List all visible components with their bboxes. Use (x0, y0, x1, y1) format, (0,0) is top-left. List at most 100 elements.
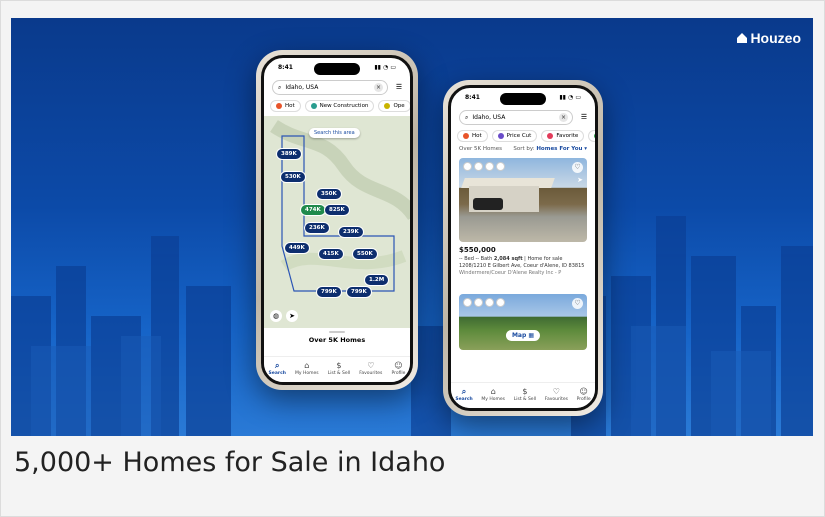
map-view[interactable]: Search this area 389K 530K 350K 474K 825… (264, 116, 410, 328)
badge-icon (463, 162, 472, 171)
tab-list-sell[interactable]: $ List & Sell (514, 387, 536, 402)
new-icon (594, 133, 595, 139)
baths: -- Bath (475, 256, 493, 262)
globe-icon[interactable]: ◍ (270, 310, 282, 322)
listing-address: 1208/1210 E Gilbert Ave, Coeur d'Alene, … (459, 263, 585, 269)
chip-open[interactable]: Ope (378, 100, 410, 112)
share-icon[interactable]: ➤ (577, 176, 583, 184)
clear-icon[interactable]: × (374, 83, 383, 92)
tab-label: Favourites (544, 397, 568, 402)
status-bar: 8:41 ▮▮ ◔ ▭ (465, 94, 581, 101)
heart-icon: ♡ (552, 387, 560, 396)
clear-icon[interactable]: × (559, 113, 568, 122)
price-pin[interactable]: 389K (276, 148, 302, 160)
beds: -- Bed (459, 256, 474, 262)
badge-icon (474, 162, 483, 171)
fire-icon (276, 103, 282, 109)
search-icon: ⌕ (278, 83, 282, 91)
tab-favourites[interactable]: ♡ Favourites (359, 361, 382, 376)
map-phone: 8:41 ▮▮ ◔ ▭ ⌕ Idaho, USA × ☰ Hot New Cons… (256, 50, 418, 390)
price-pin[interactable]: 530K (280, 171, 306, 183)
tab-search[interactable]: ⌕ Search (269, 361, 286, 376)
tab-favourites[interactable]: ♡ Favourites (545, 387, 568, 402)
chip-favorite[interactable]: Favorite (541, 130, 585, 142)
brand-name: Houzeo (750, 30, 801, 46)
filter-icon[interactable]: ☰ (579, 113, 589, 123)
price-pin[interactable]: 474K (300, 204, 326, 216)
heart-icon (547, 133, 554, 139)
map-toggle-button[interactable]: Map ▦ (505, 330, 541, 341)
search-icon: ⌕ (465, 113, 469, 121)
listing-status: Home for sale (527, 256, 563, 262)
price-pin[interactable]: 239K (338, 226, 364, 238)
price-pin[interactable]: 825K (324, 204, 350, 216)
search-value: Idaho, USA (285, 84, 319, 91)
home-icon: ⌂ (490, 387, 496, 396)
price-pin[interactable]: 799K (316, 286, 342, 298)
listing-photo[interactable]: ♡ Map ▦ (459, 294, 587, 350)
hero-image: Houzeo 8:41 ▮▮ ◔ ▭ ⌕ Idaho, USA × ☰ Hot N… (11, 18, 813, 436)
chip-new[interactable]: N (588, 130, 595, 142)
listing-photo[interactable]: ♡ ➤ (459, 158, 587, 242)
tab-search[interactable]: ⌕ Search (455, 387, 472, 402)
price-cut-icon (497, 133, 504, 139)
results-sheet[interactable]: Over 5K Homes (264, 328, 410, 348)
profile-icon: ☺ (579, 387, 588, 396)
tab-label: List & Sell (327, 371, 351, 376)
tab-my-homes[interactable]: ⌂ My Homes (481, 387, 505, 402)
sheet-handle[interactable] (329, 331, 345, 333)
search-this-area-button[interactable]: Search this area (309, 128, 360, 138)
sort-dropdown[interactable]: Sort by: Homes For You ▾ (513, 146, 587, 152)
chip-price-cut[interactable]: Price Cut (491, 130, 538, 142)
map-controls: ◍ ➤ (270, 310, 298, 322)
chip-hot[interactable]: Hot (457, 130, 488, 142)
favorite-icon[interactable]: ♡ (572, 298, 583, 309)
listing-details: -- Bed -- Bath 2,084 sqft | Home for sal… (459, 256, 587, 277)
chip-hot[interactable]: Hot (270, 100, 301, 112)
map-icon: ▦ (528, 332, 535, 339)
map-phone-screen: 8:41 ▮▮ ◔ ▭ ⌕ Idaho, USA × ☰ Hot New Cons… (261, 55, 413, 385)
listing-card[interactable]: Houzeo 8:41 ▮▮ ◔ ▭ ⌕ Idaho, USA × ☰ Hot N… (0, 0, 825, 517)
list-phone: 8:41 ▮▮ ◔ ▭ ⌕ Idaho, USA × ☰ Hot Price Cu… (443, 80, 603, 416)
price-pin[interactable]: 415K (318, 248, 344, 260)
filter-chips: Hot New Construction Ope (270, 100, 410, 112)
chip-label: Hot (472, 133, 482, 139)
badge-icon (463, 298, 472, 307)
badge-icon (485, 162, 494, 171)
price-pin[interactable]: 350K (316, 188, 342, 200)
chip-new-construction[interactable]: New Construction (304, 100, 375, 112)
chip-label: Favorite (556, 133, 579, 139)
tab-profile[interactable]: ☺ Profile (577, 387, 591, 402)
brand-logo: Houzeo (736, 30, 801, 46)
results-count: Over 5K Homes (459, 146, 502, 152)
tab-profile[interactable]: ☺ Profile (391, 361, 405, 376)
card-caption[interactable]: 5,000+ Homes for Sale in Idaho (14, 447, 445, 478)
price-pin[interactable]: 449K (284, 242, 310, 254)
chip-label: New Construction (319, 103, 369, 109)
status-time: 8:41 (278, 64, 293, 71)
construction-icon (310, 103, 317, 109)
badge-icon (496, 162, 505, 171)
price-pin[interactable]: 799K (346, 286, 372, 298)
tab-label: My Homes (295, 371, 319, 376)
tab-label: Profile (576, 397, 591, 402)
locate-icon[interactable]: ➤ (286, 310, 298, 322)
sell-icon: $ (336, 361, 342, 370)
tab-label: Profile (391, 371, 406, 376)
search-input[interactable]: ⌕ Idaho, USA × (459, 110, 573, 125)
price-pin[interactable]: 236K (304, 222, 330, 234)
price-pin[interactable]: 550K (352, 248, 378, 260)
badge-icon (485, 298, 494, 307)
price-pin[interactable]: 1.2M (364, 274, 390, 286)
badge-icon (474, 298, 483, 307)
filter-icon[interactable]: ☰ (394, 83, 404, 93)
listing-badges (463, 162, 505, 171)
fire-icon (463, 133, 469, 139)
chip-label: Ope (393, 103, 405, 109)
filter-chips: Hot Price Cut Favorite N (457, 130, 595, 142)
search-input[interactable]: ⌕ Idaho, USA × (272, 80, 388, 95)
search-icon: ⌕ (461, 387, 467, 396)
tab-list-sell[interactable]: $ List & Sell (328, 361, 350, 376)
tab-my-homes[interactable]: ⌂ My Homes (295, 361, 319, 376)
favorite-icon[interactable]: ♡ (572, 162, 583, 173)
